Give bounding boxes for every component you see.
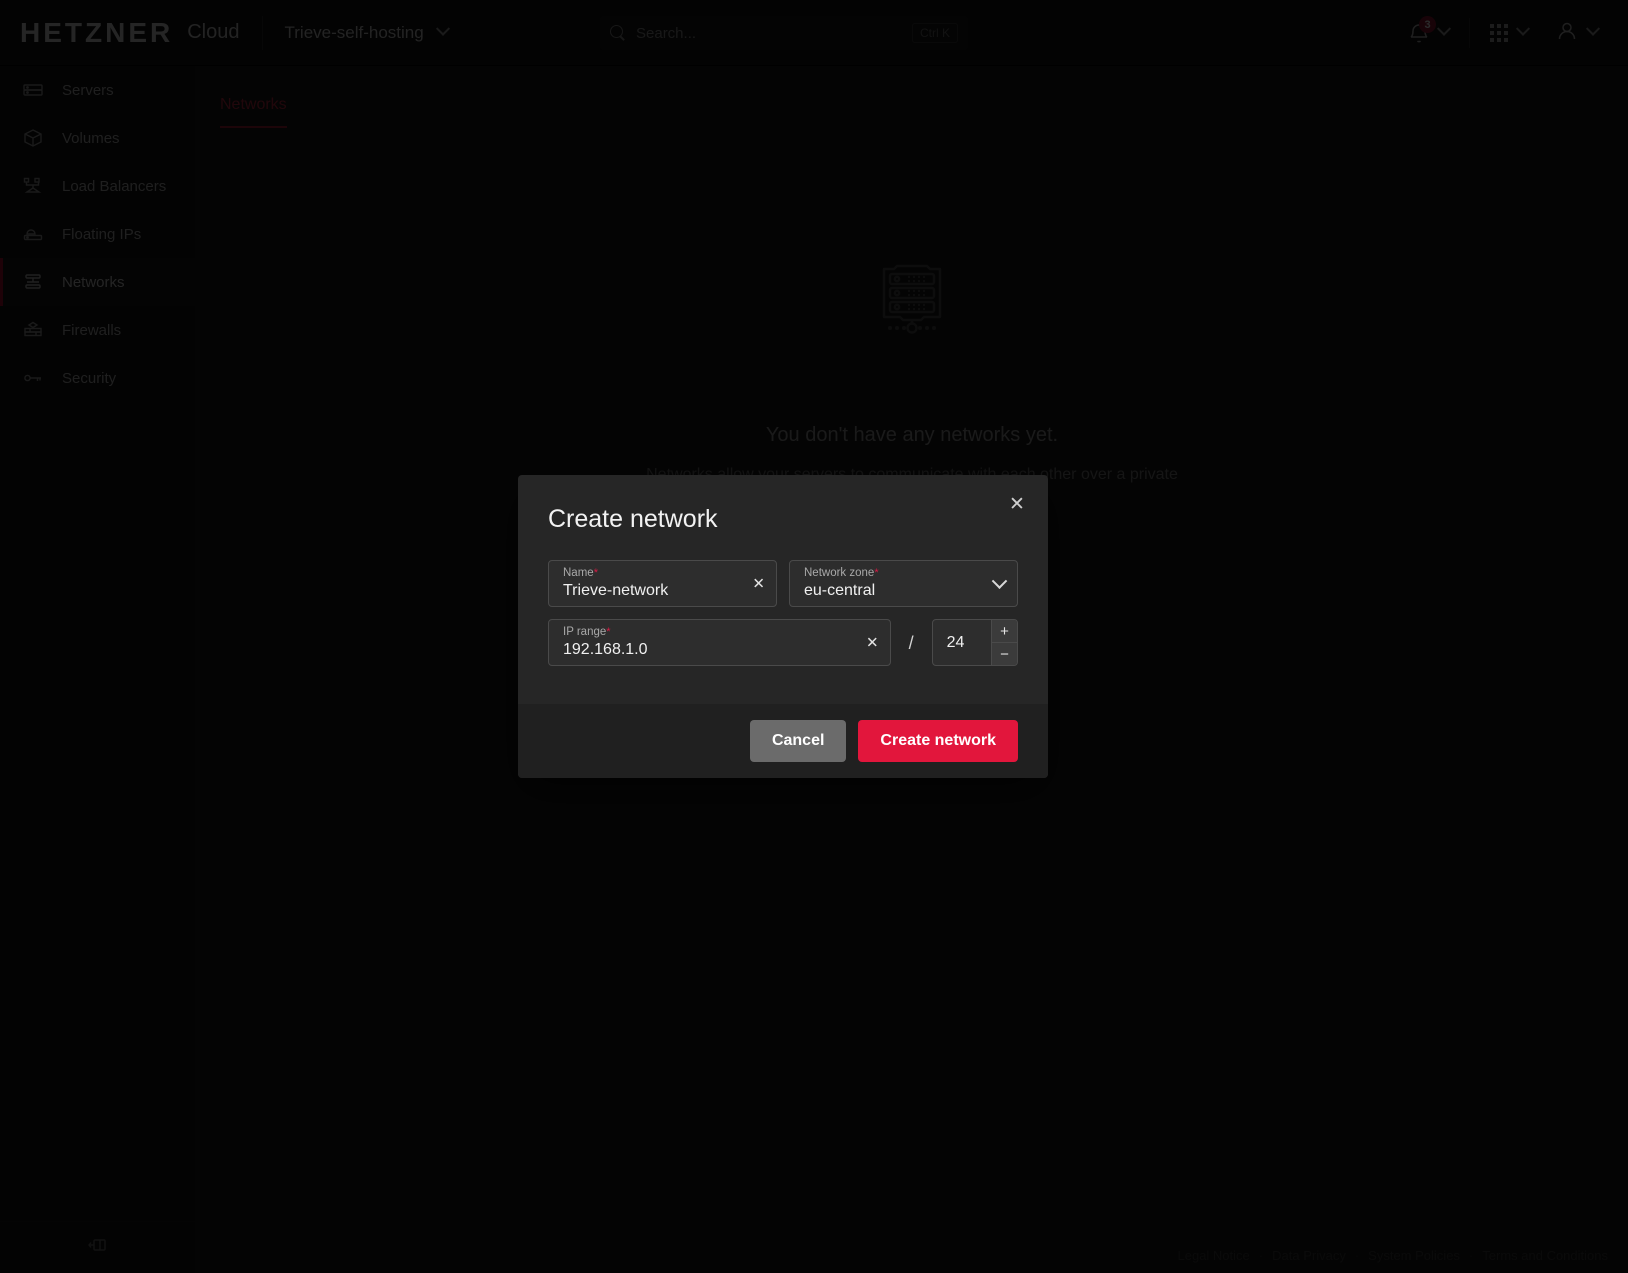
create-network-dialog: ✕ Create network Name* Trieve-network ✕ …	[518, 475, 1048, 778]
dialog-title: Create network	[548, 505, 718, 533]
label-text: IP range	[563, 626, 607, 639]
clear-icon[interactable]: ✕	[752, 576, 765, 591]
cidr-stepper-buttons: + −	[991, 620, 1017, 665]
cidr-separator: /	[908, 633, 914, 653]
required-marker: *	[874, 567, 879, 580]
dialog-footer: Cancel Create network	[518, 704, 1048, 778]
cidr-value[interactable]: 24	[933, 620, 991, 665]
name-field-value: Trieve-network	[563, 582, 669, 600]
create-network-button[interactable]: Create network	[858, 720, 1018, 762]
ip-range-value: 192.168.1.0	[563, 641, 648, 659]
cidr-stepper[interactable]: 24 + −	[931, 619, 1018, 666]
dialog-field-row-1: Name* Trieve-network ✕ Network zone* eu-…	[548, 560, 1018, 607]
clear-icon[interactable]: ✕	[866, 635, 879, 650]
cancel-button[interactable]: Cancel	[749, 720, 847, 762]
required-marker: *	[606, 626, 611, 639]
name-field[interactable]: Name* Trieve-network ✕	[548, 560, 777, 607]
close-icon[interactable]: ✕	[1004, 491, 1030, 517]
chevron-down-icon[interactable]	[994, 578, 1005, 589]
network-zone-label: Network zone*	[804, 567, 981, 580]
network-zone-select[interactable]: Network zone* eu-central	[789, 560, 1018, 607]
ip-range-field[interactable]: IP range* 192.168.1.0 ✕	[548, 619, 891, 666]
ip-range-label: IP range*	[563, 626, 854, 639]
label-text: Network zone	[804, 567, 875, 580]
cidr-decrement-button[interactable]: −	[992, 643, 1017, 665]
name-field-label: Name*	[563, 567, 740, 580]
dialog-field-row-2: IP range* 192.168.1.0 ✕ / 24 + −	[548, 619, 1018, 666]
label-text: Name	[563, 567, 594, 580]
network-zone-value: eu-central	[804, 582, 876, 600]
dialog-body: ✕ Create network Name* Trieve-network ✕ …	[518, 475, 1048, 704]
cidr-increment-button[interactable]: +	[992, 620, 1017, 643]
required-marker: *	[593, 567, 598, 580]
hetzner-cloud-console: HETZNER Cloud Trieve-self-hosting Search…	[0, 0, 1628, 1273]
